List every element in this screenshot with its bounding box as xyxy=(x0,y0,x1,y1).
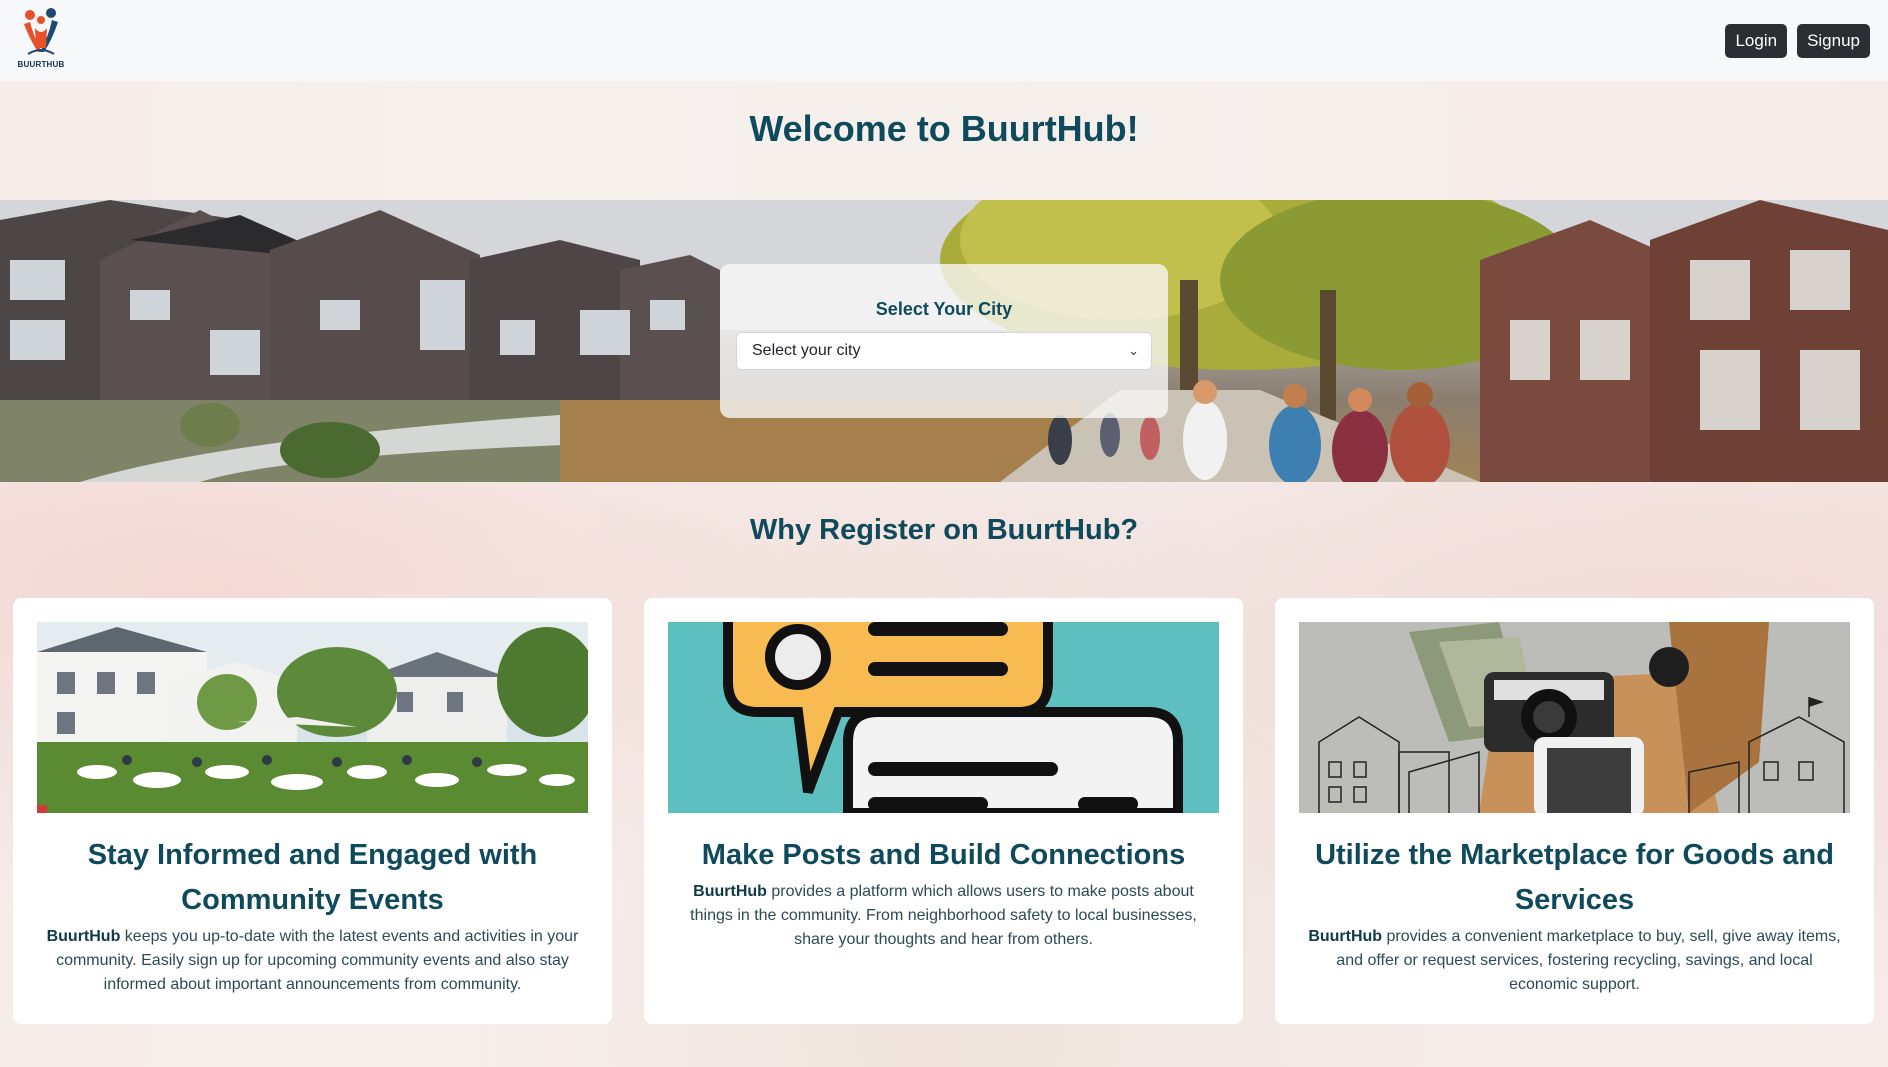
login-button[interactable]: Login xyxy=(1725,23,1788,58)
chevron-down-icon: ⌄ xyxy=(1128,343,1139,358)
logo-people-icon xyxy=(24,7,58,55)
feature-card-marketplace: Utilize the Marketplace for Goods and Se… xyxy=(1275,598,1874,1024)
navbar: BUURTHUB Login Signup xyxy=(0,0,1888,81)
section-title-why-register: Why Register on BuurtHub? xyxy=(749,514,1139,546)
nav-buttons: Login Signup xyxy=(1725,23,1870,58)
card-text-events: BuurtHub keeps you up-to-date with the l… xyxy=(46,928,579,993)
signup-button[interactable]: Signup xyxy=(1797,23,1870,58)
card-title-marketplace: Utilize the Marketplace for Goods and Se… xyxy=(1315,839,1834,916)
brand-name: BuurtHub xyxy=(46,928,121,945)
card-title-posts: Make Posts and Build Connections xyxy=(701,839,1186,871)
community-events-image xyxy=(37,622,588,813)
marketplace-image xyxy=(1299,622,1850,813)
brand-name: BuurtHub xyxy=(693,883,767,900)
card-title-events: Stay Informed and Engaged with Community… xyxy=(87,839,538,916)
city-select-value: Select your city xyxy=(752,342,861,359)
city-select-dropdown[interactable]: Select your city ⌄ xyxy=(736,332,1152,370)
feature-card-events: Stay Informed and Engaged with Community… xyxy=(13,598,612,1024)
logo-text: BUURTHUB xyxy=(17,59,65,69)
page-title: Welcome to BuurtHub! xyxy=(749,108,1139,149)
brand-name: BuurtHub xyxy=(1308,928,1383,945)
city-select-label: Select Your City xyxy=(875,299,1013,319)
posts-chat-image xyxy=(668,622,1219,813)
buurthub-logo[interactable]: BUURTHUB xyxy=(16,6,66,76)
feature-card-posts: Make Posts and Build Connections BuurtHu… xyxy=(644,598,1243,1024)
card-text-marketplace: BuurtHub provides a convenient marketpla… xyxy=(1308,928,1841,993)
city-selector-panel: Select Your City Select your city ⌄ xyxy=(720,264,1168,418)
card-text-posts: BuurtHub provides a platform which allow… xyxy=(690,883,1197,948)
